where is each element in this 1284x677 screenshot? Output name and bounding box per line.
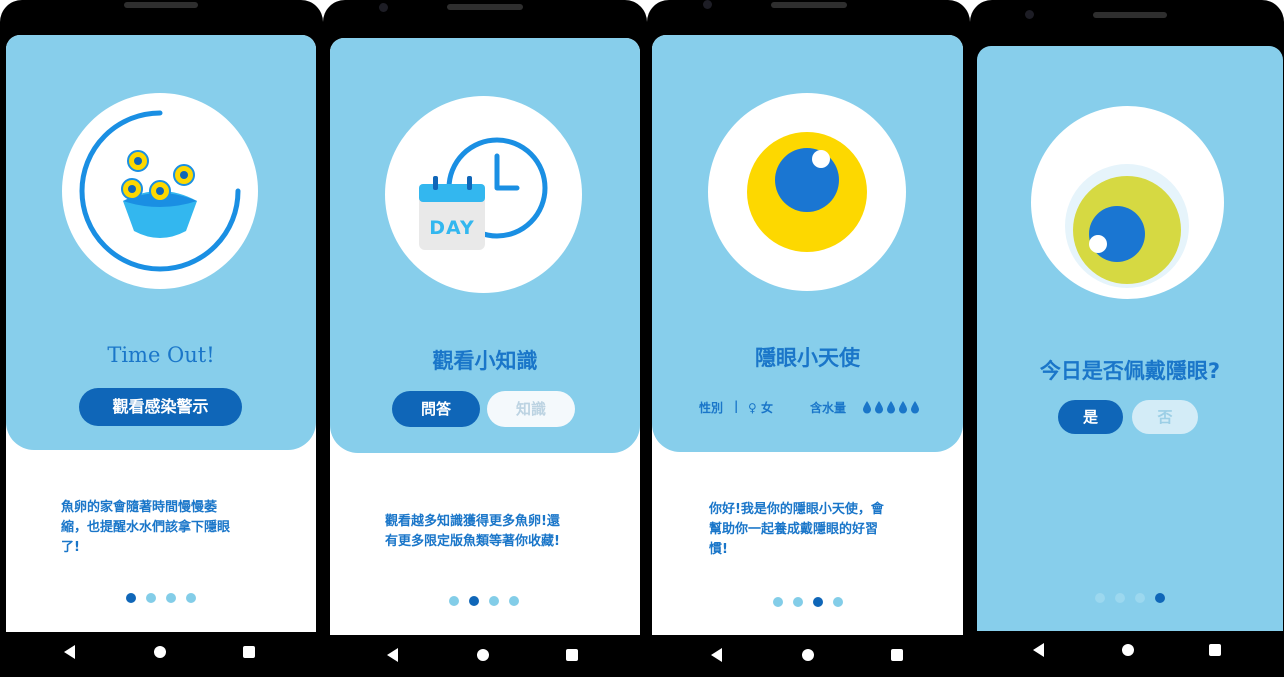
view-infection-alert-button[interactable]: 觀看感染警示 [79,388,242,426]
illustration-circle [1031,106,1224,299]
phone-2: DAY 觀看小知識 問答 知識 觀看越多知識獲得更多魚卵!還 有更多限定版魚類等… [323,0,647,677]
back-icon[interactable] [1033,643,1044,657]
system-nav-bar [970,630,1284,670]
page-dot[interactable] [509,596,519,606]
front-camera [1025,10,1034,19]
home-icon[interactable] [477,649,489,661]
illustration-circle [62,93,258,289]
description-line: 有更多限定版魚類等著你收藏! [385,534,560,549]
recents-icon[interactable] [243,646,255,658]
header-card: DAY 觀看小知識 問答 知識 [330,38,640,453]
gender-value: ♀ 女 [748,401,773,415]
page-indicator [126,593,196,603]
screen-title: Time Out! [107,343,215,367]
system-nav-bar [323,635,647,675]
recents-icon[interactable] [1209,644,1221,656]
gender-label: 性別 [699,401,724,415]
water-content-label: 含水量 [810,401,847,415]
page-dot-active[interactable] [469,596,479,606]
system-nav-bar [647,635,970,675]
page-dot-active[interactable] [126,593,136,603]
page-dot[interactable] [166,593,176,603]
screen-title: 今日是否佩戴隱眼? [1039,359,1221,383]
page-dot-active[interactable] [813,597,823,607]
description-line: 縮，也提醒水水們該拿下隱眼 [61,520,231,535]
knowledge-button[interactable]: 知識 [487,391,575,427]
recents-icon[interactable] [566,649,578,661]
page-dot[interactable] [146,593,156,603]
speaker-grille [771,2,847,8]
page-dot[interactable] [833,597,843,607]
no-button[interactable]: 否 [1132,400,1198,434]
onboarding-screen-2: DAY 觀看小知識 問答 知識 觀看越多知識獲得更多魚卵!還 有更多限定版魚類等… [330,38,640,635]
description: 魚卵的家會隨著時間慢慢萎 縮，也提醒水水們該拿下隱眼 了! [61,498,261,558]
front-camera [703,0,712,9]
illustration-circle [708,93,906,291]
speaker-grille [124,2,198,8]
page-dot[interactable] [186,593,196,603]
description-line: 你好!我是你的隱眼小天使，會 [709,502,884,517]
page-dot-active[interactable] [1155,593,1165,603]
phone-3: 隱眼小天使 性別 | ♀ 女 含水量 你好!我是你的隱眼小天使，會 幫助你一起養… [647,0,970,677]
recents-icon[interactable] [891,649,903,661]
page-dot[interactable] [1095,593,1105,603]
quiz-button[interactable]: 問答 [392,391,480,427]
calendar-clock-icon: DAY [419,137,548,250]
phone-1: Time Out! 觀看感染警示 魚卵的家會隨著時間慢慢萎 縮，也提醒水水們該拿… [0,0,323,677]
page-dot[interactable] [1135,593,1145,603]
header-card: 隱眼小天使 性別 | ♀ 女 含水量 [652,35,963,452]
back-icon[interactable] [387,648,398,662]
divider: | [734,399,739,413]
screen-title: 隱眼小天使 [755,346,860,370]
back-icon[interactable] [711,648,722,662]
description-line: 慣! [709,542,728,557]
page-indicator [773,597,843,607]
water-drops-icon [863,401,919,414]
system-nav-bar [0,632,323,672]
description-line: 了! [61,540,80,555]
description: 你好!我是你的隱眼小天使，會 幫助你一起養成戴隱眼的好習 慣! [709,500,909,560]
page-dot[interactable] [773,597,783,607]
onboarding-screen-1: Time Out! 觀看感染警示 魚卵的家會隨著時間慢慢萎 縮，也提醒水水們該拿… [6,35,316,632]
contact-lens-eye-icon [1065,164,1189,288]
home-icon[interactable] [802,649,814,661]
home-icon[interactable] [154,646,166,658]
onboarding-screen-3: 隱眼小天使 性別 | ♀ 女 含水量 你好!我是你的隱眼小天使，會 幫助你一起養… [652,35,963,635]
speaker-grille [1093,12,1167,18]
phone-4: 今日是否佩戴隱眼? 是 否 [970,0,1284,677]
yes-button[interactable]: 是 [1058,400,1123,434]
page-indicator [449,596,519,606]
page-dot[interactable] [1115,593,1125,603]
page-dot[interactable] [793,597,803,607]
fish-eggs-timer-icon [79,110,241,272]
description: 觀看越多知識獲得更多魚卵!還 有更多限定版魚類等著你收藏! [385,512,595,552]
page-dot[interactable] [449,596,459,606]
description-line: 幫助你一起養成戴隱眼的好習 [709,522,879,537]
home-icon[interactable] [1122,644,1134,656]
header-card: Time Out! 觀看感染警示 [6,35,316,450]
screen-title: 觀看小知識 [432,349,538,373]
onboarding-screen-4: 今日是否佩戴隱眼? 是 否 [977,46,1283,631]
eye-icon [747,132,867,252]
illustration-circle: DAY [385,96,582,293]
page-indicator [1095,593,1165,603]
page-dot[interactable] [489,596,499,606]
calendar-day-label: DAY [429,217,474,239]
speaker-grille [447,4,523,10]
description-line: 觀看越多知識獲得更多魚卵!還 [385,514,560,529]
description-line: 魚卵的家會隨著時間慢慢萎 [61,500,218,515]
front-camera [379,3,388,12]
back-icon[interactable] [64,645,75,659]
